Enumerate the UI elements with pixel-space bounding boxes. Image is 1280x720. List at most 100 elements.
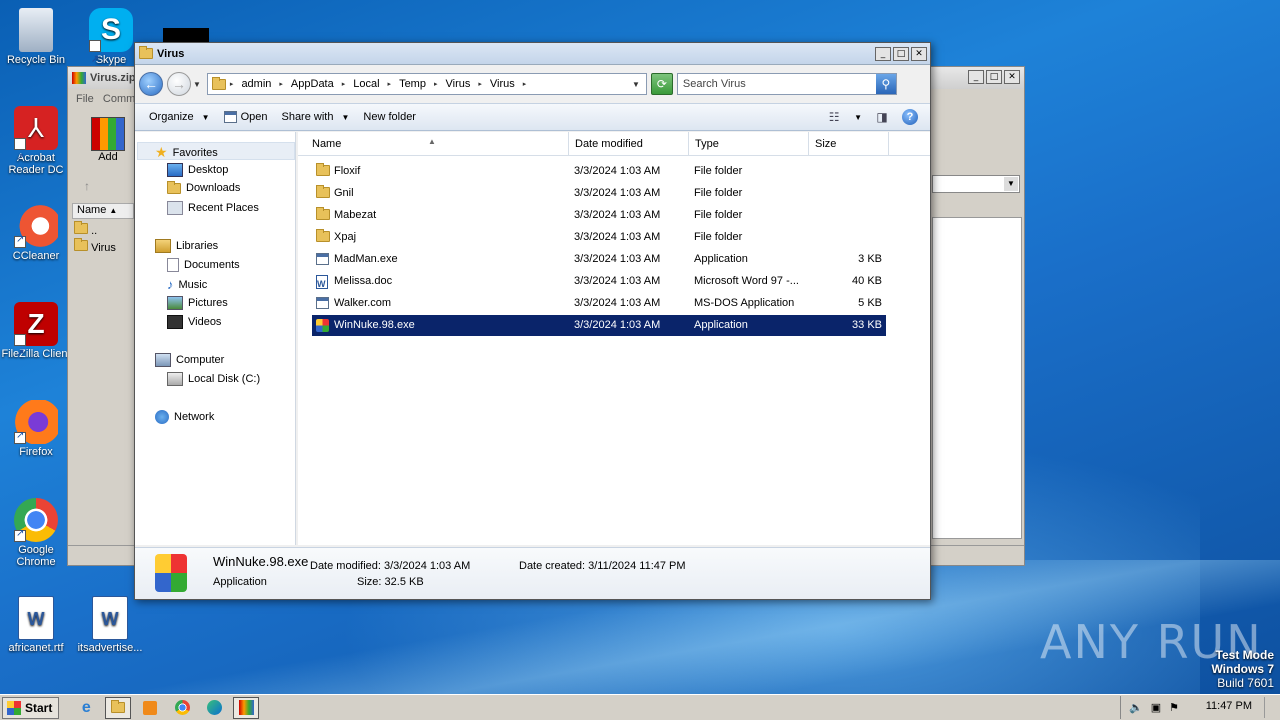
menu-commands[interactable]: Comm bbox=[103, 93, 135, 105]
nav-computer[interactable]: Computer bbox=[155, 353, 224, 367]
file-row[interactable]: Melissa.doc 3/3/2024 1:03 AM Microsoft W… bbox=[312, 271, 886, 295]
taskbar-chrome[interactable] bbox=[169, 697, 195, 719]
archive-name-header[interactable]: Name ▲ bbox=[72, 203, 134, 219]
details-size: Size: 32.5 KB bbox=[357, 576, 424, 588]
taskbar-media-player[interactable] bbox=[137, 697, 163, 719]
maximize-button[interactable]: □ bbox=[893, 47, 909, 61]
taskbar-edge[interactable] bbox=[201, 697, 227, 719]
folder-icon bbox=[316, 163, 330, 176]
chevron-right-icon[interactable]: ▸ bbox=[434, 80, 438, 88]
file-row[interactable]: Floxif 3/3/2024 1:03 AM File folder bbox=[312, 161, 886, 182]
nav-network[interactable]: Network bbox=[155, 410, 214, 424]
test-mode-line: Windows 7 bbox=[1211, 662, 1274, 676]
desktop-icon-recycle-bin[interactable]: Recycle Bin bbox=[0, 8, 72, 66]
up-arrow-icon[interactable]: ↑ bbox=[84, 179, 90, 193]
taskbar-winrar[interactable] bbox=[233, 696, 260, 719]
desktop-icon-acrobat[interactable]: ⅄ Acrobat Reader DC bbox=[0, 106, 72, 180]
folder-icon bbox=[316, 207, 330, 220]
details-file-name: WinNuke.98.exe bbox=[213, 554, 309, 569]
libraries-icon bbox=[155, 239, 171, 253]
archive-combo[interactable] bbox=[932, 175, 1020, 193]
close-button[interactable]: ✕ bbox=[911, 47, 927, 61]
refresh-button[interactable]: ⟳ bbox=[650, 73, 673, 95]
volume-icon[interactable]: 🔈 bbox=[1129, 701, 1143, 714]
file-row[interactable]: Walker.com 3/3/2024 1:03 AM MS-DOS Appli… bbox=[312, 293, 886, 314]
explorer-titlebar[interactable]: Virus _ □ ✕ bbox=[135, 43, 930, 65]
share-with-button[interactable]: Share with ▼ bbox=[281, 111, 349, 123]
view-dropdown-icon[interactable]: ▼ bbox=[854, 113, 862, 122]
chevron-right-icon[interactable]: ▸ bbox=[230, 80, 234, 88]
column-header-size[interactable]: Size bbox=[809, 132, 889, 156]
archive-row[interactable]: Virus bbox=[74, 238, 116, 257]
taskbar-explorer[interactable] bbox=[105, 696, 132, 719]
minimize-button[interactable]: _ bbox=[968, 70, 984, 84]
close-button[interactable]: ✕ bbox=[1004, 70, 1020, 84]
preview-pane-icon[interactable]: ◨ bbox=[872, 108, 892, 126]
nav-label: Network bbox=[174, 411, 215, 423]
search-icon[interactable]: ⚲ bbox=[875, 74, 896, 94]
winnuke-large-icon bbox=[155, 554, 187, 592]
add-button[interactable]: Add bbox=[88, 117, 128, 163]
breadcrumb-item[interactable]: AppData bbox=[291, 78, 334, 90]
breadcrumb-item[interactable]: Local bbox=[353, 78, 379, 90]
menu-file[interactable]: File bbox=[76, 93, 94, 105]
nav-videos[interactable]: Videos bbox=[167, 315, 221, 329]
desktop-icon-itsadvertise[interactable]: W itsadvertise... bbox=[74, 596, 146, 654]
file-row[interactable]: MadMan.exe 3/3/2024 1:03 AM Application … bbox=[312, 249, 886, 270]
clock[interactable]: 11:47 PM bbox=[1206, 700, 1252, 712]
nav-recent-places[interactable]: Recent Places bbox=[167, 201, 259, 215]
open-button[interactable]: Open bbox=[223, 111, 267, 123]
minimize-button[interactable]: _ bbox=[875, 47, 891, 61]
breadcrumb-item[interactable]: Temp bbox=[399, 78, 426, 90]
show-desktop-button[interactable] bbox=[1264, 697, 1278, 718]
file-row[interactable]: Mabezat 3/3/2024 1:03 AM File folder bbox=[312, 205, 886, 226]
desktop-icon-chrome[interactable]: Google Chrome bbox=[0, 498, 72, 568]
nav-downloads[interactable]: Downloads bbox=[167, 180, 240, 194]
nav-desktop[interactable]: Desktop bbox=[167, 163, 228, 177]
address-dropdown[interactable]: ▼ bbox=[632, 80, 640, 89]
nav-libraries[interactable]: Libraries bbox=[155, 239, 218, 253]
column-header-date[interactable]: Date modified bbox=[569, 132, 689, 156]
organize-button[interactable]: Organize ▼ bbox=[149, 111, 210, 123]
taskbar-ie[interactable]: e bbox=[73, 697, 99, 719]
desktop-icon-firefox[interactable]: Firefox bbox=[0, 400, 72, 458]
search-input[interactable]: Search Virus ⚲ bbox=[676, 73, 897, 95]
firefox-icon bbox=[14, 400, 58, 444]
start-button[interactable]: Start bbox=[2, 696, 60, 719]
nav-pictures[interactable]: Pictures bbox=[167, 296, 228, 310]
network-tray-icon[interactable]: ▣ bbox=[1151, 701, 1161, 714]
chevron-right-icon[interactable]: ▸ bbox=[342, 80, 346, 88]
forward-button[interactable]: → bbox=[167, 72, 191, 96]
desktop-icon-filezilla[interactable]: Z FileZilla Client bbox=[0, 302, 72, 376]
recent-pages-dropdown[interactable]: ▼ bbox=[193, 80, 201, 89]
nav-music[interactable]: ♪ Music bbox=[167, 277, 207, 292]
nav-documents[interactable]: Documents bbox=[167, 258, 240, 272]
help-icon[interactable]: ? bbox=[902, 109, 918, 125]
column-header-type[interactable]: Type bbox=[689, 132, 809, 156]
action-center-flag-icon[interactable]: ⚑ bbox=[1169, 701, 1179, 714]
column-header-name[interactable]: Name ▲ bbox=[298, 132, 569, 156]
chevron-right-icon[interactable]: ▸ bbox=[523, 80, 527, 88]
maximize-button[interactable]: □ bbox=[986, 70, 1002, 84]
new-folder-button[interactable]: New folder bbox=[363, 111, 416, 123]
breadcrumb-item[interactable]: Virus bbox=[445, 78, 470, 90]
nav-local-disk[interactable]: Local Disk (C:) bbox=[167, 372, 260, 386]
address-bar[interactable]: ▸ admin ▸ AppData ▸ Local ▸ Temp ▸ Virus… bbox=[206, 73, 647, 95]
chevron-right-icon[interactable]: ▸ bbox=[388, 80, 392, 88]
chevron-right-icon[interactable]: ▸ bbox=[279, 80, 283, 88]
breadcrumb-item[interactable]: Virus bbox=[490, 78, 515, 90]
file-row[interactable]: Gnil 3/3/2024 1:03 AM File folder bbox=[312, 183, 886, 204]
nav-favorites[interactable]: ★ Favorites bbox=[155, 144, 218, 161]
chevron-right-icon[interactable]: ▸ bbox=[478, 80, 482, 88]
folder-icon bbox=[211, 76, 226, 90]
file-row-selected[interactable]: WinNuke.98.exe 3/3/2024 1:03 AM Applicat… bbox=[312, 315, 886, 336]
desktop-icon-ccleaner[interactable]: CCleaner bbox=[0, 204, 72, 262]
back-button[interactable]: ← bbox=[139, 72, 163, 96]
taskbar: Start e 🔈 ▣ ⚑ 11:47 PM bbox=[0, 694, 1280, 720]
desktop-icon-africanet[interactable]: W africanet.rtf bbox=[0, 596, 72, 654]
breadcrumb-item[interactable]: admin bbox=[241, 78, 271, 90]
documents-icon bbox=[167, 258, 179, 272]
change-view-icon[interactable]: ☷ bbox=[824, 108, 844, 126]
explorer-window[interactable]: Virus _ □ ✕ ← → ▼ ▸ admin ▸ AppData ▸ Lo… bbox=[134, 42, 931, 600]
file-row[interactable]: Xpaj 3/3/2024 1:03 AM File folder bbox=[312, 227, 886, 248]
